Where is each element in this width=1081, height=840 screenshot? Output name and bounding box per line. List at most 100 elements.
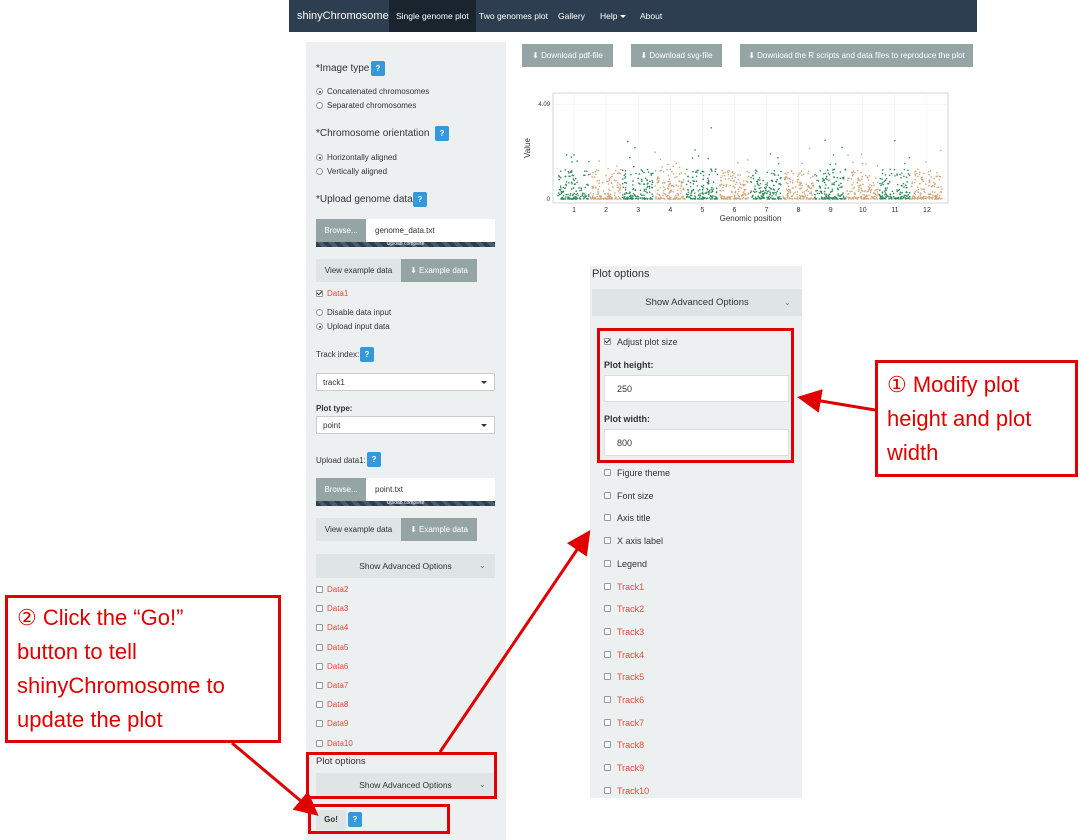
view-example-data-button-2[interactable]: View example data xyxy=(316,518,401,541)
data-point xyxy=(911,181,914,183)
data-point xyxy=(907,194,910,196)
data-item-checkbox[interactable] xyxy=(316,624,323,632)
data-point xyxy=(597,188,600,191)
data-point xyxy=(571,181,573,184)
plot-option-checkbox[interactable] xyxy=(604,491,611,499)
data-point xyxy=(624,197,627,200)
data-item-checkbox[interactable] xyxy=(316,605,323,613)
track-checkbox[interactable] xyxy=(604,764,611,772)
data-point xyxy=(647,182,649,184)
data-point xyxy=(642,183,645,185)
data-point xyxy=(911,182,913,185)
data-point xyxy=(607,193,609,195)
plot-option-checkbox[interactable] xyxy=(604,559,611,567)
radio-vertical[interactable] xyxy=(316,168,323,175)
track-checkbox[interactable] xyxy=(604,786,611,794)
data-point xyxy=(832,198,835,200)
track-checkbox[interactable] xyxy=(604,627,611,635)
nav-gallery[interactable]: Gallery xyxy=(551,0,592,32)
nav-two-genomes-plot[interactable]: Two genomes plot xyxy=(472,0,555,32)
data-point xyxy=(835,198,838,200)
example-data-button-2[interactable]: ⬇ Example data xyxy=(401,518,477,541)
example-data-button[interactable]: ⬇ Example data xyxy=(401,259,477,282)
track-index-select[interactable]: track1 xyxy=(316,373,495,391)
data-point xyxy=(844,198,846,200)
orientation-help-button[interactable]: ? xyxy=(435,126,449,141)
track-label: Track5 xyxy=(617,672,645,683)
data-item-checkbox[interactable] xyxy=(316,739,323,747)
radio-separated[interactable] xyxy=(316,102,323,109)
data-point xyxy=(908,174,911,177)
data-point xyxy=(730,179,732,182)
track-checkbox[interactable] xyxy=(604,741,611,749)
data-item-checkbox[interactable] xyxy=(316,720,323,728)
data-item-checkbox[interactable] xyxy=(316,682,323,689)
radio-concatenated[interactable] xyxy=(316,88,323,95)
data-point xyxy=(616,172,619,175)
data-point xyxy=(780,197,782,200)
plot-option-checkbox[interactable] xyxy=(604,469,611,476)
data1-checkbox[interactable] xyxy=(316,290,323,297)
data-point xyxy=(687,193,689,196)
plot-options-advanced-toggle[interactable]: Show Advanced Options ⌄ xyxy=(592,289,802,316)
plot-type-select[interactable]: point xyxy=(316,416,495,434)
download-pdf-label: Download pdf-file xyxy=(541,51,603,60)
track-checkbox[interactable] xyxy=(604,650,611,658)
data-point xyxy=(684,173,687,175)
data-point xyxy=(598,185,601,188)
data-point xyxy=(882,196,884,199)
data-point xyxy=(913,198,916,200)
data-point xyxy=(720,179,723,182)
data-point xyxy=(874,189,876,192)
download-svg-button[interactable]: ⬇ Download svg-file xyxy=(631,44,722,67)
data-point xyxy=(656,179,659,181)
data-item-checkbox[interactable] xyxy=(316,701,323,709)
data-point xyxy=(794,185,797,188)
download-r-scripts-button[interactable]: ⬇ Download the R scripts and data files … xyxy=(740,44,973,67)
data1-browse-button[interactable]: Browse... xyxy=(316,478,366,501)
data-point xyxy=(879,189,881,192)
data1-file-input[interactable]: point.txt xyxy=(366,478,495,501)
radio-upload-input[interactable] xyxy=(316,323,323,330)
plot-option-checkbox[interactable] xyxy=(604,537,611,545)
data-point xyxy=(632,187,635,190)
data-point xyxy=(721,197,723,200)
radio-disable-input[interactable] xyxy=(316,309,323,316)
data-item-checkbox[interactable] xyxy=(316,662,323,670)
x-tick-label: 10 xyxy=(859,207,867,214)
data-point xyxy=(914,175,917,177)
data-item-checkbox[interactable] xyxy=(316,586,323,593)
data-point xyxy=(932,194,934,196)
upload-genome-help-button[interactable]: ? xyxy=(413,192,427,207)
track-checkbox[interactable] xyxy=(604,718,611,726)
data-item-label: Data3 xyxy=(327,604,349,614)
data-point xyxy=(779,177,782,180)
data-point xyxy=(565,181,568,183)
sidebar-advanced-options-toggle[interactable]: Show Advanced Options ⌄ xyxy=(316,554,495,578)
data-item-checkbox[interactable] xyxy=(316,643,323,651)
data-point xyxy=(646,191,649,194)
plot-option-checkbox[interactable] xyxy=(604,514,611,522)
nav-help[interactable]: Help xyxy=(593,0,633,32)
track-checkbox[interactable] xyxy=(604,696,611,703)
view-example-data-button[interactable]: View example data xyxy=(316,259,401,282)
image-type-help-button[interactable]: ? xyxy=(371,61,385,76)
nav-about[interactable]: About xyxy=(633,0,669,32)
data-point xyxy=(667,174,670,177)
data-point xyxy=(930,185,933,188)
track-checkbox[interactable] xyxy=(604,673,611,681)
track-checkbox[interactable] xyxy=(604,605,611,613)
brand-link[interactable]: shinyChromosome xyxy=(297,0,389,32)
nav-single-genome-plot[interactable]: Single genome plot xyxy=(389,0,476,32)
radio-upload-input-label: Upload input data xyxy=(327,322,390,331)
download-pdf-button[interactable]: ⬇ Download pdf-file xyxy=(522,44,613,67)
radio-horizontal[interactable] xyxy=(316,154,323,161)
genome-browse-button[interactable]: Browse... xyxy=(316,219,366,242)
data-point xyxy=(739,182,741,184)
track-index-help-button[interactable]: ? xyxy=(360,347,374,362)
track-checkbox[interactable] xyxy=(604,582,611,590)
data-point xyxy=(832,154,835,156)
genome-file-input[interactable]: genome_data.txt xyxy=(366,219,495,242)
data-point xyxy=(759,192,761,194)
upload-data1-help-button[interactable]: ? xyxy=(367,452,381,467)
